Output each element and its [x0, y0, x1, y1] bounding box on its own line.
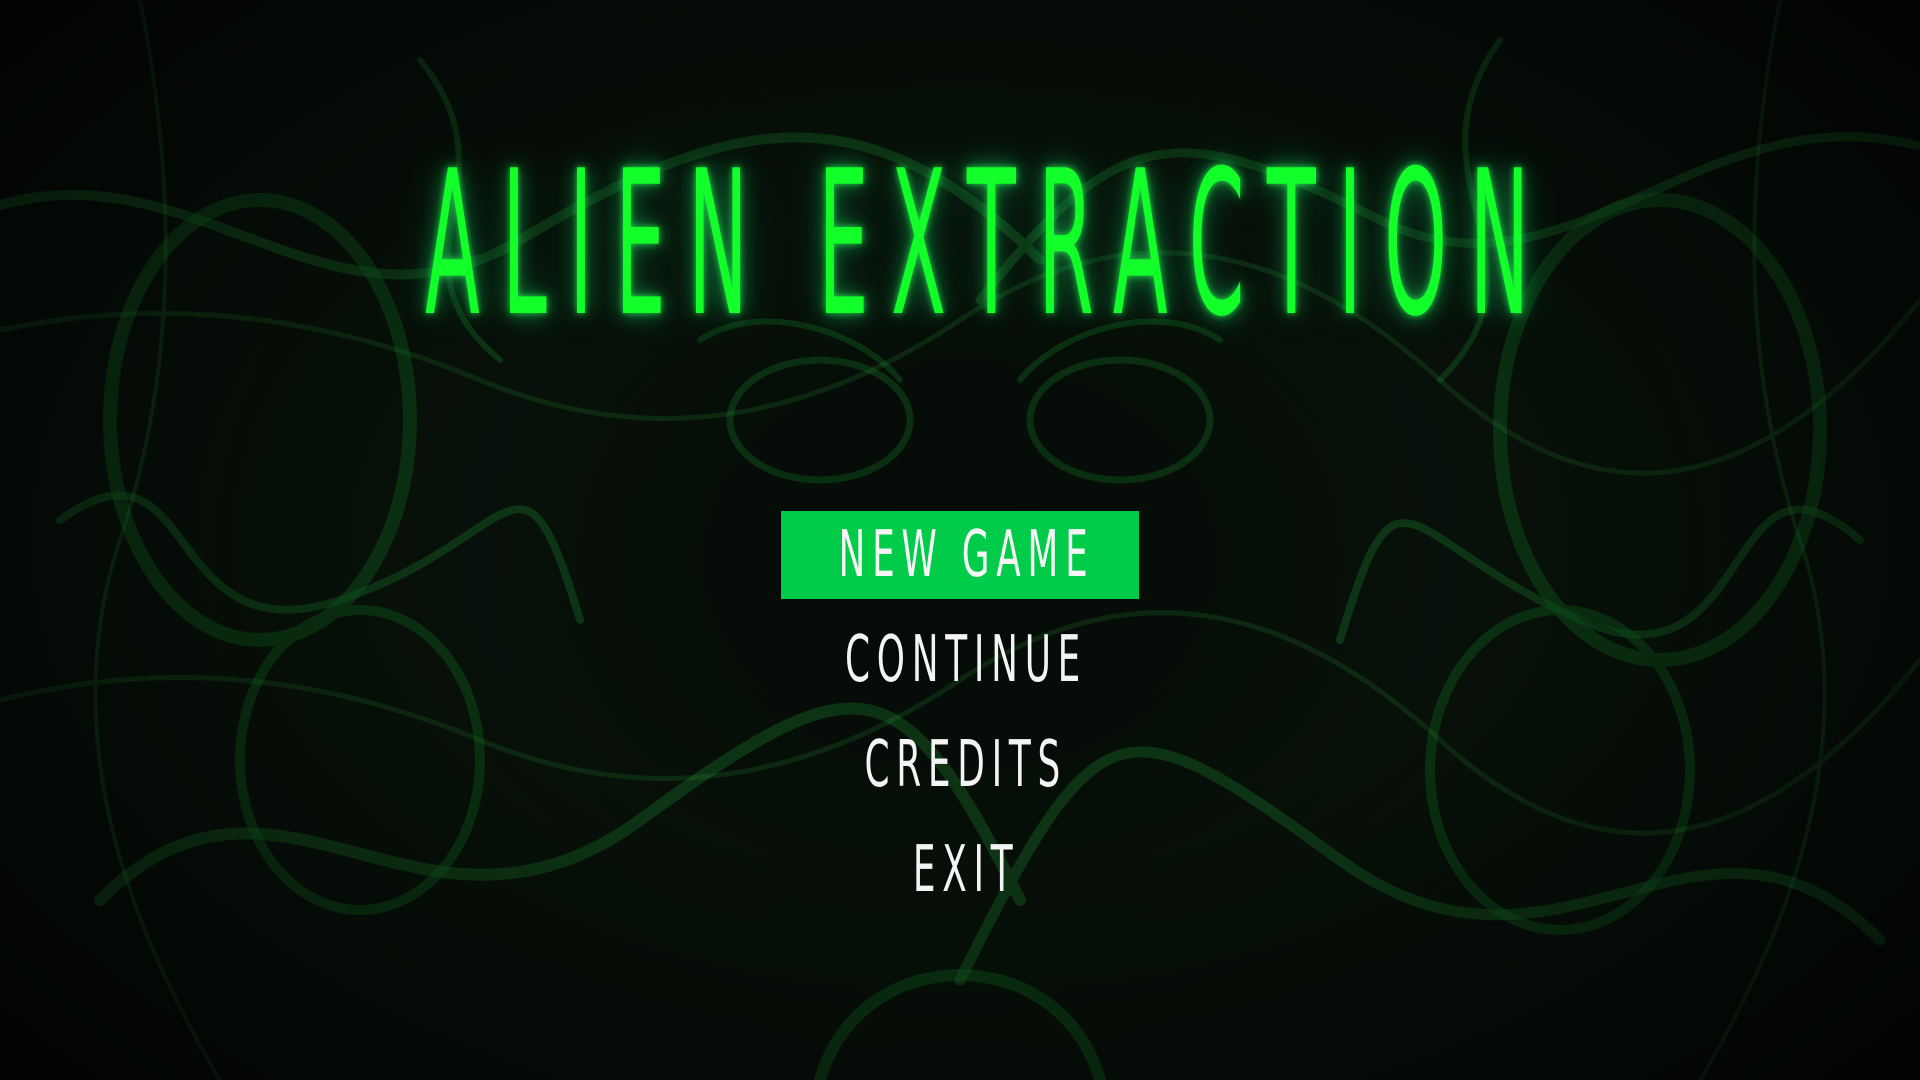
game-title: ALIEN EXTRACTION	[0, 140, 1920, 350]
exit-label: EXIT	[912, 833, 1020, 907]
new-game-label: NEW GAME	[838, 518, 1094, 592]
main-menu: NEW GAME CONTINUE CREDITS EXIT	[781, 511, 1139, 931]
continue-label: CONTINUE	[845, 623, 1087, 697]
credits-button[interactable]: CREDITS	[781, 721, 1139, 809]
continue-button[interactable]: CONTINUE	[781, 616, 1139, 704]
main-menu-screen: ALIEN EXTRACTION NEW GAME CONTINUE CREDI…	[0, 0, 1920, 1080]
new-game-button[interactable]: NEW GAME	[781, 511, 1139, 599]
game-title-text: ALIEN EXTRACTION	[424, 128, 1552, 361]
credits-label: CREDITS	[864, 728, 1068, 802]
exit-button[interactable]: EXIT	[781, 826, 1139, 914]
